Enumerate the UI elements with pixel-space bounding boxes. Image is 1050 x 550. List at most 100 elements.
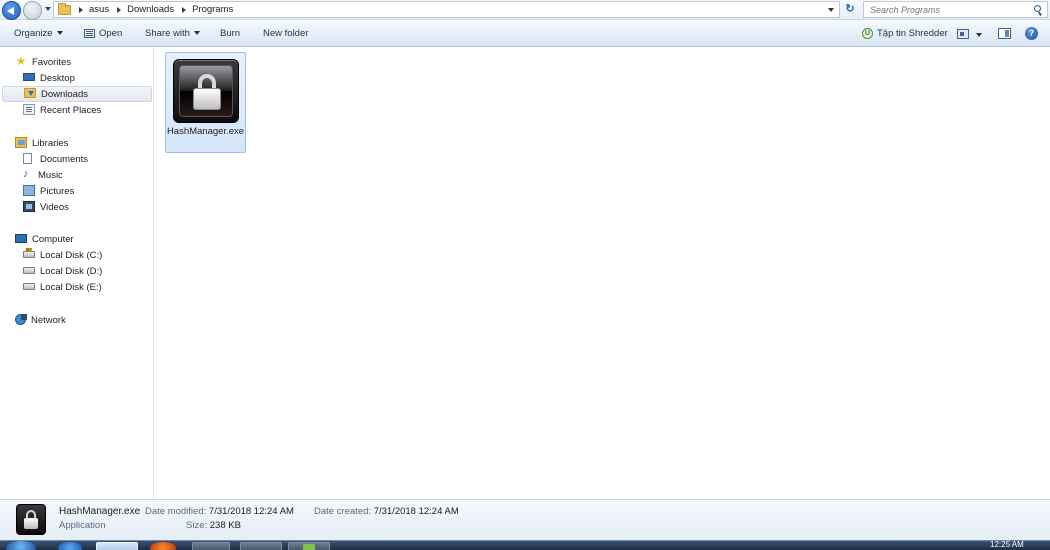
firefox-icon[interactable] bbox=[150, 542, 176, 550]
nav-disk-d[interactable]: Local Disk (D:) bbox=[23, 264, 102, 280]
details-date-modified: Date modified: 7/31/2018 12:24 AM bbox=[145, 506, 294, 517]
breadcrumb-asus[interactable]: asus bbox=[89, 4, 109, 15]
search-input[interactable] bbox=[864, 2, 1024, 17]
desktop-icon bbox=[23, 73, 35, 82]
nav-music-label: Music bbox=[38, 170, 63, 181]
nav-desktop[interactable]: Desktop bbox=[23, 71, 75, 87]
new-folder-button[interactable]: New folder bbox=[263, 21, 308, 47]
nav-computer-label: Computer bbox=[32, 234, 74, 245]
preview-pane-icon[interactable] bbox=[998, 28, 1011, 39]
details-pane: HashManager.exe Application Date modifie… bbox=[0, 499, 1050, 540]
address-row: asus Downloads Programs ↻ bbox=[0, 0, 1050, 20]
recent-pages-dropdown-icon[interactable] bbox=[45, 7, 51, 11]
nav-network[interactable]: Network bbox=[15, 313, 66, 329]
new-folder-label: New folder bbox=[263, 28, 309, 39]
nav-libraries[interactable]: Libraries bbox=[15, 136, 68, 152]
downloads-folder-icon bbox=[24, 88, 36, 99]
nav-computer[interactable]: Computer bbox=[15, 232, 74, 248]
nav-libraries-label: Libraries bbox=[32, 138, 69, 149]
star-icon: ★ bbox=[15, 54, 27, 69]
breadcrumb-downloads[interactable]: Downloads bbox=[127, 4, 174, 15]
padlock-icon bbox=[16, 504, 46, 535]
explorer-window: asus Downloads Programs ↻ Organize Open … bbox=[0, 0, 1050, 550]
burn-button[interactable]: Burn bbox=[220, 21, 240, 47]
taskbar: 12:25 AM bbox=[0, 540, 1050, 550]
nav-favorites-label: Favorites bbox=[32, 57, 72, 68]
app-taskbar-button[interactable] bbox=[240, 542, 282, 550]
search-icon[interactable] bbox=[1034, 5, 1041, 12]
breadcrumb-programs[interactable]: Programs bbox=[192, 4, 233, 15]
shredder-label: Tập tin Shredder bbox=[877, 28, 948, 39]
search-box bbox=[863, 1, 1048, 18]
documents-icon bbox=[23, 152, 32, 164]
videos-icon bbox=[23, 200, 35, 212]
open-label: Open bbox=[99, 28, 123, 39]
refresh-icon[interactable]: ↻ bbox=[843, 2, 857, 17]
nav-pictures-label: Pictures bbox=[40, 186, 75, 197]
nav-videos[interactable]: Videos bbox=[23, 200, 69, 216]
back-button[interactable] bbox=[2, 1, 21, 20]
open-button[interactable]: Open bbox=[84, 21, 122, 47]
file-name: HashManager.exe bbox=[166, 126, 245, 137]
view-options-dropdown-icon[interactable] bbox=[976, 33, 982, 37]
date-created-value: 7/31/2018 12:24 AM bbox=[373, 506, 459, 517]
command-toolbar: Organize Open Share with Burn New folder… bbox=[0, 21, 1050, 47]
nav-downloads[interactable]: Downloads bbox=[2, 86, 152, 102]
nav-disk-c[interactable]: Local Disk (C:) bbox=[23, 247, 103, 264]
organize-button[interactable]: Organize bbox=[14, 21, 63, 47]
recent-places-icon bbox=[23, 103, 35, 115]
chevron-down-icon bbox=[193, 31, 200, 36]
date-modified-value: 7/31/2018 12:24 AM bbox=[208, 506, 294, 517]
details-date-created: Date created: 7/31/2018 12:24 AM bbox=[314, 506, 459, 517]
file-list-area[interactable]: HashManager.exe bbox=[155, 48, 1050, 499]
file-item-hashmanager[interactable]: HashManager.exe bbox=[165, 52, 246, 153]
nav-videos-label: Videos bbox=[40, 202, 69, 213]
nav-recent-places-label: Recent Places bbox=[40, 105, 102, 116]
music-note-icon: ♪ bbox=[23, 167, 29, 180]
chevron-down-icon bbox=[56, 31, 63, 36]
folder-icon bbox=[58, 2, 71, 15]
nav-network-label: Network bbox=[31, 315, 66, 326]
open-icon bbox=[84, 28, 95, 38]
share-with-label: Share with bbox=[145, 28, 190, 39]
system-disk-icon bbox=[23, 247, 35, 258]
help-icon[interactable]: ? bbox=[1025, 27, 1038, 40]
chrome-taskbar-button[interactable] bbox=[192, 542, 230, 550]
nav-downloads-label: Downloads bbox=[41, 89, 88, 100]
chevron-right-icon[interactable] bbox=[79, 6, 83, 13]
app-taskbar-button[interactable] bbox=[288, 542, 330, 550]
taskbar-clock[interactable]: 12:25 AM bbox=[990, 541, 1024, 549]
nav-recent-places[interactable]: Recent Places bbox=[23, 103, 101, 119]
nav-favorites[interactable]: ★ Favorites bbox=[15, 55, 71, 71]
nav-documents[interactable]: Documents bbox=[23, 152, 88, 168]
address-bar[interactable]: asus Downloads Programs bbox=[53, 1, 840, 18]
nav-disk-c-label: Local Disk (C:) bbox=[40, 250, 103, 261]
date-modified-label: Date modified: bbox=[145, 506, 207, 517]
windows-explorer-taskbar-button[interactable] bbox=[96, 542, 138, 550]
nav-music[interactable]: ♪ Music bbox=[23, 168, 63, 184]
details-file-name: HashManager.exe bbox=[59, 506, 141, 517]
burn-label: Burn bbox=[220, 28, 241, 39]
internet-explorer-icon[interactable] bbox=[58, 542, 82, 550]
size-label: Size: bbox=[186, 520, 208, 531]
chevron-right-icon[interactable] bbox=[117, 6, 122, 13]
nav-disk-d-label: Local Disk (D:) bbox=[40, 266, 103, 277]
share-with-button[interactable]: Share with bbox=[145, 21, 200, 47]
nav-disk-e-label: Local Disk (E:) bbox=[40, 282, 102, 293]
nav-pictures[interactable]: Pictures bbox=[23, 184, 74, 200]
details-file-type: Application bbox=[59, 520, 106, 531]
change-view-icon[interactable] bbox=[957, 29, 969, 39]
date-created-label: Date created: bbox=[314, 506, 372, 517]
chevron-right-icon[interactable] bbox=[182, 6, 187, 13]
address-history-dropdown-icon[interactable] bbox=[828, 8, 834, 12]
nav-disk-e[interactable]: Local Disk (E:) bbox=[23, 280, 102, 296]
shredder-icon: U bbox=[862, 27, 873, 39]
libraries-icon bbox=[15, 136, 27, 148]
forward-button[interactable] bbox=[23, 1, 42, 20]
start-button[interactable] bbox=[6, 541, 36, 550]
shredder-button[interactable]: U Tập tin Shredder bbox=[862, 21, 948, 47]
disk-icon bbox=[23, 282, 35, 290]
nav-documents-label: Documents bbox=[40, 154, 89, 165]
nav-desktop-label: Desktop bbox=[40, 73, 75, 84]
details-size: Size: 238 KB bbox=[186, 520, 241, 531]
